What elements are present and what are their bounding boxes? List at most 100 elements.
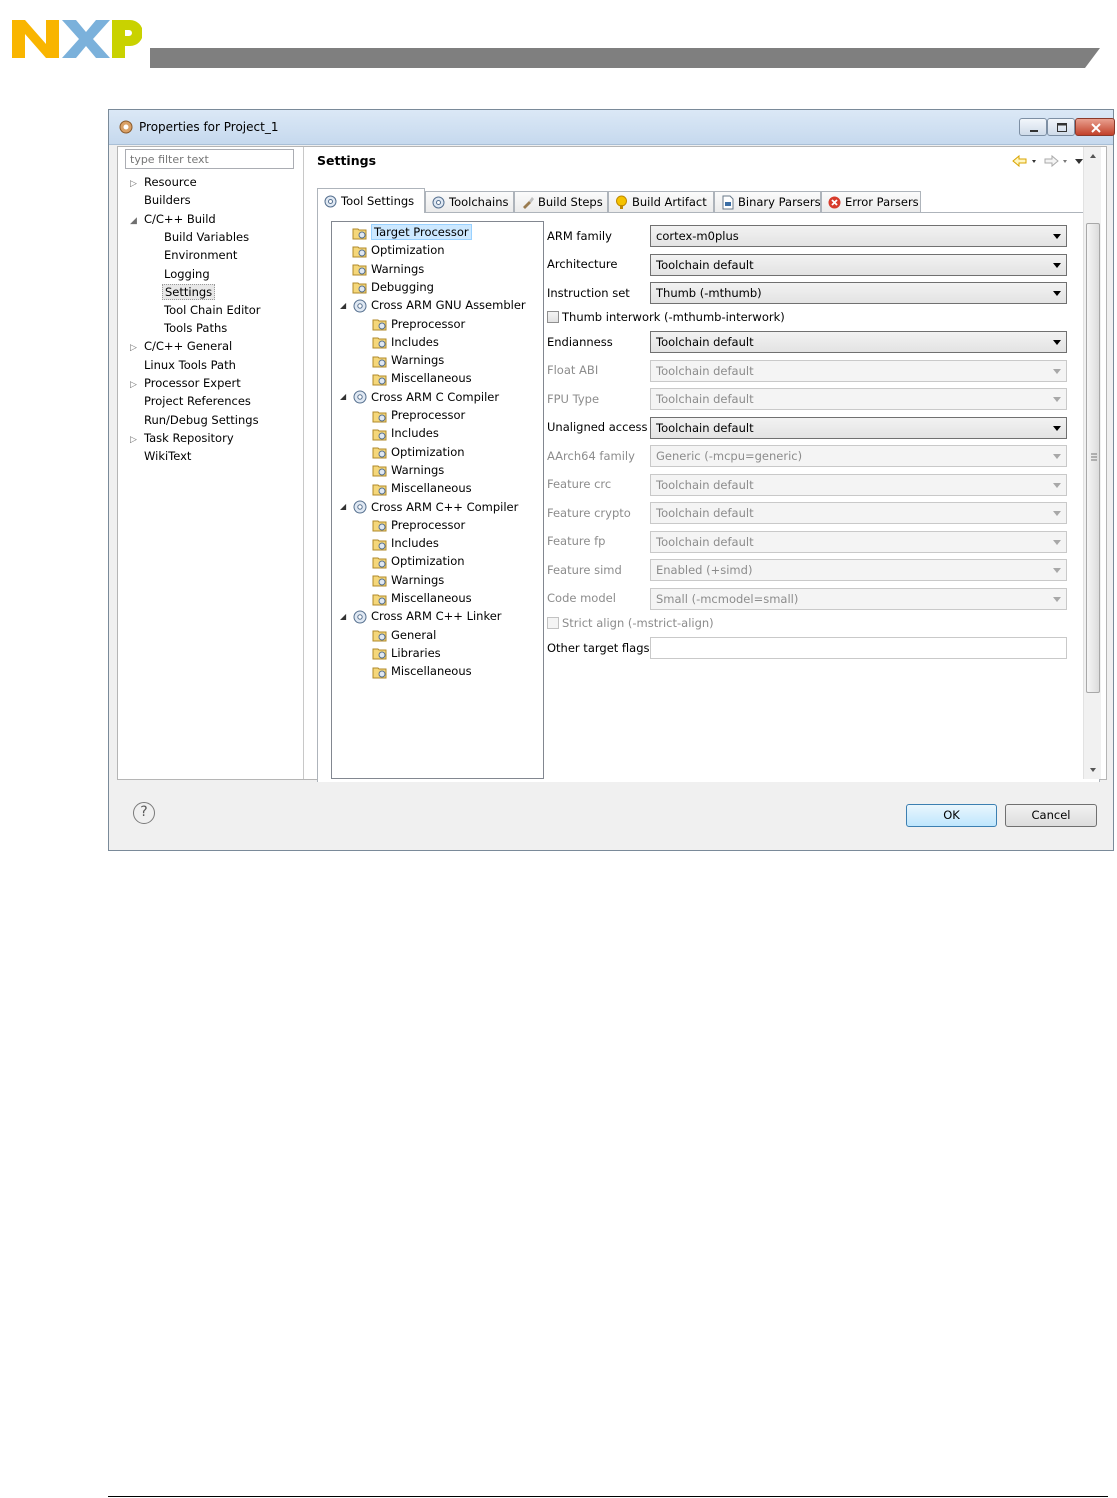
close-button[interactable]: [1075, 118, 1115, 136]
nav-item-project-references[interactable]: Project References: [144, 392, 251, 410]
architecture-select[interactable]: Toolchain default: [650, 254, 1067, 276]
nav-item-run-debug-settings[interactable]: Run/Debug Settings: [144, 411, 259, 429]
nav-item-logging[interactable]: Logging: [164, 265, 210, 283]
dialog-client: ▷Resource Builders ◢C/C++ Build Build Va…: [117, 146, 1107, 782]
tool-gear-icon: [353, 299, 367, 313]
nav-item-wikitext[interactable]: WikiText: [144, 447, 191, 465]
tree-item-linker-miscellaneous[interactable]: Miscellaneous: [372, 662, 472, 680]
fpu-type-select[interactable]: Toolchain default: [650, 388, 1067, 410]
collapse-arrow-icon[interactable]: ◢: [340, 608, 352, 626]
tree-item-asm-preprocessor[interactable]: Preprocessor: [372, 315, 465, 333]
settings-folder-icon: [372, 520, 387, 532]
settings-folder-icon: [372, 539, 387, 551]
thumb-interwork-row[interactable]: Thumb interwork (-mthumb-interwork): [547, 310, 785, 324]
instruction-set-select[interactable]: Thumb (-mthumb): [650, 282, 1067, 304]
tree-item-c-miscellaneous[interactable]: Miscellaneous: [372, 479, 472, 497]
tab-binary-parsers[interactable]: Binary Parsers: [714, 191, 821, 213]
settings-folder-icon: [372, 356, 387, 368]
nav-item-tools-paths[interactable]: Tools Paths: [164, 319, 227, 337]
arm-family-select[interactable]: cortex-m0plus: [650, 225, 1067, 247]
feature-crc-select[interactable]: Toolchain default: [650, 474, 1067, 496]
tree-item-linker-libraries[interactable]: Libraries: [372, 644, 441, 662]
scroll-down-icon[interactable]: [1084, 763, 1102, 777]
unaligned-access-select[interactable]: Toolchain default: [650, 417, 1067, 439]
help-icon[interactable]: ?: [133, 802, 155, 824]
nav-item-tool-chain-editor[interactable]: Tool Chain Editor: [164, 301, 261, 319]
scroll-up-icon[interactable]: [1084, 149, 1102, 163]
nav-item-task-repository[interactable]: ▷ Task Repository: [130, 429, 234, 447]
dropdown-arrow-icon: [1053, 369, 1061, 374]
tree-item-cross-arm-gnu-assembler[interactable]: ◢ Cross ARM GNU Assembler: [340, 296, 526, 314]
tree-item-cross-arm-cpp-linker[interactable]: ◢ Cross ARM C++ Linker: [340, 607, 502, 625]
tree-item-linker-general[interactable]: General: [372, 626, 436, 644]
expand-arrow-icon[interactable]: ▷: [130, 376, 144, 394]
minimize-button[interactable]: [1019, 118, 1047, 136]
float-abi-select[interactable]: Toolchain default: [650, 360, 1067, 382]
tree-item-cpp-warnings[interactable]: Warnings: [372, 571, 444, 589]
strict-align-checkbox[interactable]: [547, 617, 559, 629]
tree-item-cpp-includes[interactable]: Includes: [372, 534, 439, 552]
strict-align-row[interactable]: Strict align (-mstrict-align): [547, 616, 714, 630]
vertical-scrollbar[interactable]: [1083, 147, 1101, 779]
tree-item-asm-miscellaneous[interactable]: Miscellaneous: [372, 369, 472, 387]
tree-item-c-preprocessor[interactable]: Preprocessor: [372, 406, 465, 424]
tree-item-cpp-miscellaneous[interactable]: Miscellaneous: [372, 589, 472, 607]
unaligned-access-label: Unaligned access: [547, 420, 648, 434]
nav-item-settings[interactable]: Settings: [162, 283, 216, 301]
endianness-select[interactable]: Toolchain default: [650, 331, 1067, 353]
code-model-select[interactable]: Small (-mcmodel=small): [650, 588, 1067, 610]
maximize-button[interactable]: [1047, 118, 1075, 136]
expand-arrow-icon[interactable]: ▷: [130, 431, 144, 449]
collapse-arrow-icon[interactable]: ◢: [340, 498, 352, 516]
nav-item-environment[interactable]: Environment: [164, 246, 237, 264]
tree-item-cpp-preprocessor[interactable]: Preprocessor: [372, 516, 465, 534]
endianness-label: Endianness: [547, 335, 613, 349]
forward-icon[interactable]: [1043, 153, 1073, 169]
collapse-arrow-icon[interactable]: ◢: [340, 388, 352, 406]
fpu-type-label: FPU Type: [547, 392, 600, 406]
scroll-thumb[interactable]: [1086, 223, 1100, 693]
tree-item-warnings[interactable]: Warnings: [352, 260, 424, 278]
back-icon[interactable]: [1011, 153, 1041, 169]
float-abi-label: Float ABI: [547, 363, 599, 377]
tree-item-optimization[interactable]: Optimization: [352, 241, 445, 259]
tree-item-debugging[interactable]: Debugging: [352, 278, 434, 296]
thumb-interwork-checkbox[interactable]: [547, 311, 559, 323]
tab-error-parsers[interactable]: Error Parsers: [821, 191, 921, 213]
tab-build-artifact[interactable]: Build Artifact: [608, 191, 714, 213]
tool-tree: Target Processor Optimization Warnings Debu…: [331, 221, 544, 779]
nav-item-cpp-build[interactable]: ◢ C/C++ Build: [130, 210, 216, 228]
title-bar[interactable]: Properties for Project_1: [109, 110, 1115, 145]
nav-item-linux-tools-path[interactable]: Linux Tools Path: [144, 356, 236, 374]
nav-item-build-variables[interactable]: Build Variables: [164, 228, 249, 246]
tree-item-cross-arm-cpp-compiler[interactable]: ◢ Cross ARM C++ Compiler: [340, 498, 518, 516]
expand-arrow-icon[interactable]: ▷: [130, 175, 144, 193]
expand-arrow-icon[interactable]: ▷: [130, 339, 144, 357]
aarch64-family-select[interactable]: Generic (-mcpu=generic): [650, 445, 1067, 467]
feature-simd-select[interactable]: Enabled (+simd): [650, 559, 1067, 581]
tree-item-asm-includes[interactable]: Includes: [372, 333, 439, 351]
tab-build-steps[interactable]: Build Steps: [514, 191, 608, 213]
tree-item-cpp-optimization[interactable]: Optimization: [372, 552, 465, 570]
tree-item-c-optimization[interactable]: Optimization: [372, 443, 465, 461]
dropdown-arrow-icon: [1053, 426, 1061, 431]
filter-input[interactable]: [125, 149, 294, 169]
tree-item-cross-arm-c-compiler[interactable]: ◢ Cross ARM C Compiler: [340, 388, 499, 406]
feature-crypto-select[interactable]: Toolchain default: [650, 502, 1067, 524]
other-target-flags-input[interactable]: [650, 637, 1067, 659]
tab-toolchains[interactable]: Toolchains: [425, 191, 514, 213]
tree-item-asm-warnings[interactable]: Warnings: [372, 351, 444, 369]
collapse-arrow-icon[interactable]: ◢: [340, 297, 352, 315]
nav-item-cpp-general[interactable]: ▷ C/C++ General: [130, 337, 232, 355]
tab-tool-settings[interactable]: Tool Settings: [317, 188, 425, 213]
nav-item-resource[interactable]: ▷ Resource: [130, 173, 197, 191]
tree-item-target-processor[interactable]: Target Processor: [352, 223, 472, 241]
collapse-arrow-icon[interactable]: ◢: [130, 212, 144, 230]
feature-fp-select[interactable]: Toolchain default: [650, 531, 1067, 553]
cancel-button[interactable]: Cancel: [1005, 804, 1097, 827]
nav-item-builders[interactable]: Builders: [144, 191, 191, 209]
nav-item-processor-expert[interactable]: ▷ Processor Expert: [130, 374, 241, 392]
tree-item-c-warnings[interactable]: Warnings: [372, 461, 444, 479]
tree-item-c-includes[interactable]: Includes: [372, 424, 439, 442]
ok-button[interactable]: OK: [906, 804, 997, 827]
